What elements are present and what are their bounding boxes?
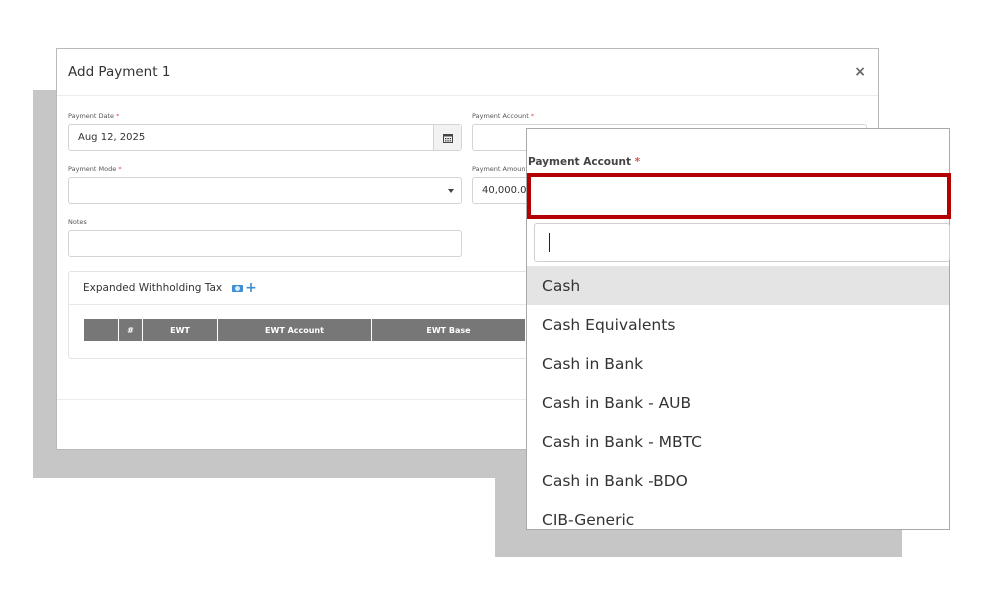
dropdown-option[interactable]: Cash in Bank - MBTC	[527, 422, 949, 461]
text-cursor	[549, 233, 550, 252]
payment-date-label: Payment Date *	[68, 112, 119, 120]
payment-account-label-text: Payment Account	[472, 112, 529, 120]
ewt-col-account: EWT Account	[218, 319, 372, 341]
dropdown-option[interactable]: Cash in Bank - AUB	[527, 383, 949, 422]
ewt-actions: +	[232, 281, 257, 295]
ewt-col-number: #	[119, 319, 143, 341]
payment-amount-label-text: Payment Amount	[472, 165, 529, 173]
payment-date-value: Aug 12, 2025	[78, 132, 146, 143]
payment-account-label: Payment Account *	[472, 112, 534, 120]
caret-down-icon	[448, 189, 454, 193]
dropdown-option[interactable]: Cash Equivalents	[527, 305, 949, 344]
ewt-col-base: EWT Base	[372, 319, 526, 341]
payment-date-label-text: Payment Date	[68, 112, 115, 120]
dropdown-search-input[interactable]	[534, 223, 950, 262]
ewt-col-select	[84, 319, 119, 341]
modal-header: Add Payment 1 ×	[57, 49, 878, 96]
calendar-icon[interactable]	[433, 125, 461, 150]
dropdown-label: Payment Account *	[528, 156, 640, 168]
payment-mode-label: Payment Mode *	[68, 165, 122, 173]
ewt-table-header: # EWT EWT Account EWT Base	[84, 319, 526, 341]
payment-mode-select[interactable]	[68, 177, 462, 204]
money-icon[interactable]	[232, 284, 244, 292]
notes-label-text: Notes	[68, 218, 87, 226]
ewt-col-ewt: EWT	[143, 319, 218, 341]
required-mark: *	[116, 112, 120, 120]
notes-input[interactable]	[68, 230, 462, 257]
payment-account-field-highlighted[interactable]	[527, 173, 951, 219]
ewt-title: Expanded Withholding Tax	[83, 282, 223, 294]
close-icon[interactable]: ×	[854, 64, 866, 80]
plus-icon[interactable]: +	[245, 281, 257, 295]
dropdown-option[interactable]: Cash in Bank	[527, 344, 949, 383]
required-mark: *	[634, 156, 641, 168]
notes-label: Notes	[68, 218, 87, 226]
payment-date-input[interactable]: Aug 12, 2025	[68, 124, 462, 151]
payment-mode-label-text: Payment Mode	[68, 165, 117, 173]
payment-account-dropdown: Payment Account * Cash Cash Equivalents …	[526, 128, 951, 530]
dropdown-options-list[interactable]: Cash Cash Equivalents Cash in Bank Cash …	[527, 266, 949, 529]
required-mark: *	[118, 165, 122, 173]
dropdown-label-text: Payment Account	[528, 156, 631, 168]
dropdown-option[interactable]: CIB-Generic	[527, 500, 949, 529]
payment-amount-label: Payment Amount	[472, 165, 528, 173]
modal-title: Add Payment 1	[68, 64, 171, 80]
dropdown-option[interactable]: Cash	[527, 266, 949, 305]
required-mark: *	[530, 112, 535, 120]
dropdown-option[interactable]: Cash in Bank -BDO	[527, 461, 949, 500]
